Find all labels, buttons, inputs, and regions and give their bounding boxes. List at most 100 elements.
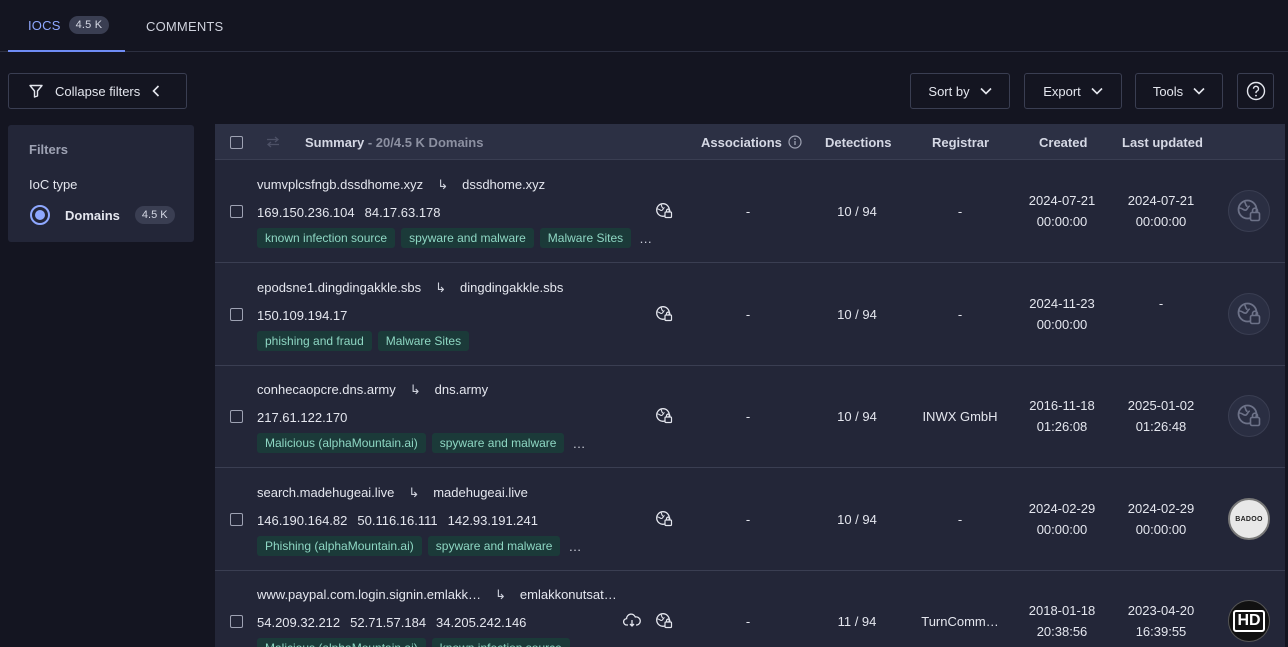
info-icon[interactable] — [788, 135, 802, 149]
detections-header[interactable]: Detections — [825, 124, 891, 160]
export-button[interactable]: Export — [1024, 73, 1122, 109]
last-updated-header[interactable]: Last updated — [1122, 124, 1203, 160]
ip-address[interactable]: 146.190.164.82 — [257, 513, 347, 528]
globe-lock-icon[interactable] — [655, 612, 673, 630]
created-value: 2024-07-21 00:00:00 — [1028, 193, 1096, 229]
ip-list: 146.190.164.82 50.116.16.111 142.93.191.24… — [257, 513, 548, 528]
ioc-type-label: IoC type — [29, 177, 78, 192]
help-button[interactable] — [1237, 73, 1274, 109]
globe-lock-icon[interactable] — [655, 407, 673, 425]
tag-chip[interactable]: spyware and malware — [427, 536, 561, 556]
domain-link[interactable]: epodsne1.dingdingakkle.sbs — [257, 280, 421, 295]
table-row[interactable]: epodsne1.dingdingakkle.sbs ↳ dingdingakkle… — [215, 263, 1285, 366]
row-checkbox[interactable] — [230, 410, 243, 423]
ip-address[interactable]: 50.116.16.111 — [357, 513, 437, 528]
tab-label: COMMENTS — [146, 18, 224, 34]
table-row[interactable]: vumvplcsfngb.dssdhome.xyz ↳ dssdhome.xyz 1… — [215, 160, 1285, 263]
filters-panel: Filters IoC type Domains 4.5 K — [8, 125, 194, 242]
globe-lock-icon[interactable] — [655, 305, 673, 323]
detections-value[interactable]: 10 / 94 — [815, 303, 899, 325]
ip-address[interactable]: 52.71.57.184 — [350, 615, 426, 630]
count-badge: 4.5 K — [134, 206, 175, 224]
detections-value[interactable]: 10 / 94 — [815, 405, 899, 427]
tag-chip[interactable]: Malware Sites — [377, 331, 470, 351]
tag-chip[interactable]: Malware Sites — [539, 228, 632, 248]
tag-chip[interactable]: Malicious (alphaMountain.ai) — [257, 638, 426, 647]
tag-chip[interactable]: spyware and malware — [401, 228, 534, 248]
ip-address[interactable]: 54.209.32.212 — [257, 615, 340, 630]
row-checkbox[interactable] — [230, 205, 243, 218]
created-value: 2016-11-18 01:26:08 — [1029, 398, 1095, 434]
detections-value[interactable]: 11 / 94 — [815, 610, 899, 632]
chevron-down-icon — [980, 87, 992, 95]
ip-address[interactable]: 84.17.63.178 — [365, 205, 441, 220]
tab-label: IOCS — [28, 17, 61, 33]
globe-lock-icon[interactable] — [655, 510, 673, 528]
more-tags-button[interactable]: … — [639, 231, 652, 246]
tag-chip[interactable]: known infection source — [431, 638, 570, 647]
summary-count: - 20/4.5 K Domains — [364, 134, 484, 150]
table-row[interactable]: conhecaopcre.dns.army ↳ dns.army 217.61.12… — [215, 365, 1285, 468]
sort-by-button[interactable]: Sort by — [910, 73, 1010, 109]
radio-button[interactable] — [30, 205, 50, 225]
ip-address[interactable]: 217.61.122.170 — [257, 410, 347, 425]
parent-domain-link[interactable]: madehugeai.live — [433, 485, 528, 500]
created-header[interactable]: Created — [1039, 124, 1087, 160]
cloud-download-icon[interactable] — [623, 612, 641, 628]
domain-line: vumvplcsfngb.dssdhome.xyz ↳ dssdhome.xyz — [257, 177, 545, 193]
chevron-left-icon — [152, 85, 160, 97]
registrar-header[interactable]: Registrar — [932, 124, 989, 160]
tools-button[interactable]: Tools — [1135, 73, 1223, 109]
help-icon — [1246, 81, 1266, 101]
filter-option-label: Domains — [65, 207, 120, 223]
sort-by-label: Sort by — [928, 83, 970, 99]
parent-domain-link[interactable]: emlakkonutsat… — [520, 587, 617, 602]
domain-line: www.paypal.com.login.signin.emlakk… ↳ emla… — [257, 587, 617, 603]
tools-label: Tools — [1152, 83, 1184, 99]
domain-link[interactable]: www.paypal.com.login.signin.emlakk… — [257, 587, 481, 602]
parent-domain-link[interactable]: dingdingakkle.sbs — [460, 280, 563, 295]
collapse-filters-label: Collapse filters — [55, 83, 141, 99]
more-tags-button[interactable]: … — [572, 436, 585, 451]
associations-value: - — [745, 408, 751, 424]
tag-chip[interactable]: spyware and malware — [431, 433, 565, 453]
row-checkbox[interactable] — [230, 308, 243, 321]
swap-icon[interactable] — [266, 124, 280, 160]
domain-link[interactable]: vumvplcsfngb.dssdhome.xyz — [257, 177, 423, 192]
tab-iocs[interactable]: IOCS 4.5 K — [8, 0, 125, 52]
subdomain-arrow-icon: ↳ — [437, 177, 449, 192]
summary-header[interactable]: Summary - 20/4.5 K Domains — [305, 124, 483, 160]
detections-value[interactable]: 10 / 94 — [815, 200, 899, 222]
domain-link[interactable]: search.madehugeai.live — [257, 485, 394, 500]
row-checkbox[interactable] — [230, 513, 243, 526]
ip-address[interactable]: 150.109.194.17 — [257, 308, 347, 323]
globe-icon — [1228, 190, 1270, 232]
ip-address[interactable]: 34.205.242.146 — [436, 615, 526, 630]
ip-address[interactable]: 169.150.236.104 — [257, 205, 355, 220]
tab-comments[interactable]: COMMENTS — [146, 0, 223, 52]
parent-domain-link[interactable]: dssdhome.xyz — [462, 177, 545, 192]
filter-option-domains[interactable]: Domains 4.5 K — [30, 205, 175, 225]
select-all-checkbox[interactable] — [230, 124, 243, 160]
tag-chip[interactable]: Malicious (alphaMountain.ai) — [257, 433, 426, 453]
chevron-down-icon — [1193, 87, 1205, 95]
domain-line: conhecaopcre.dns.army ↳ dns.army — [257, 382, 488, 398]
parent-domain-link[interactable]: dns.army — [435, 382, 488, 397]
tag-chip[interactable]: Phishing (alphaMountain.ai) — [257, 536, 422, 556]
tag-chip[interactable]: phishing and fraud — [257, 331, 372, 351]
registrar-value: - — [957, 306, 963, 322]
ip-address[interactable]: 142.93.191.241 — [448, 513, 538, 528]
collapse-filters-button[interactable]: Collapse filters — [8, 73, 187, 109]
row-checkbox[interactable] — [230, 615, 243, 628]
tag-chip[interactable]: known infection source — [257, 228, 396, 248]
table-row[interactable]: search.madehugeai.live ↳ madehugeai.live 1… — [215, 468, 1285, 571]
summary-label: Summary — [305, 134, 365, 150]
created-value: 2024-02-29 00:00:00 — [1028, 501, 1096, 537]
table-row[interactable]: www.paypal.com.login.signin.emlakk… ↳ emla… — [215, 570, 1285, 647]
globe-lock-icon[interactable] — [655, 202, 673, 220]
domain-link[interactable]: conhecaopcre.dns.army — [257, 382, 396, 397]
more-tags-button[interactable]: … — [568, 539, 581, 554]
tag-list: phishing and fraud Malware Sites — [257, 331, 475, 351]
last-updated-value: 2023-04-20 16:39:55 — [1127, 603, 1195, 639]
detections-value[interactable]: 10 / 94 — [815, 508, 899, 530]
